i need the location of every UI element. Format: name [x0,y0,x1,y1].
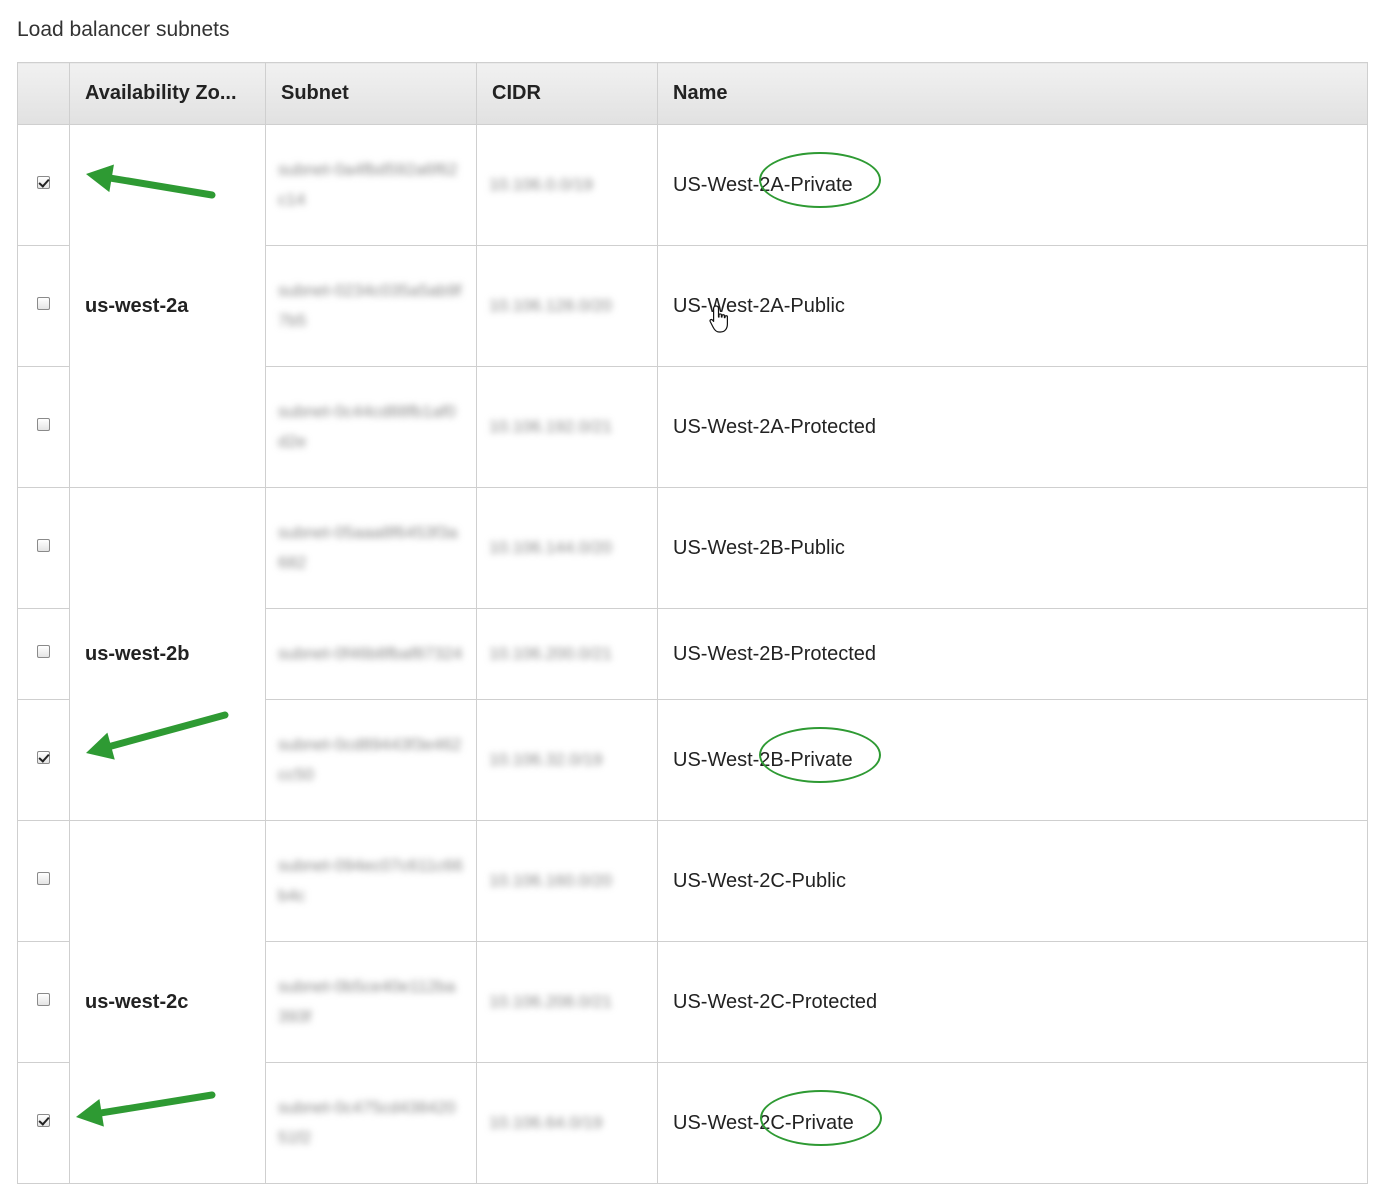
select-checkbox[interactable] [37,418,50,431]
name-cell: US-West-2B-Public [657,487,1368,609]
subnet-name-wrap: US-West-2B-Public [673,537,845,560]
select-checkbox[interactable] [37,539,50,552]
cidr-value: 10.106.160.0/20 [489,871,612,890]
availability-zone-cell: us-west-2c [69,820,266,1184]
subnet-cell: subnet-0cd89443f3e462cc50 [265,699,477,821]
subnet-name-wrap: US-West-2C-Protected [673,991,877,1014]
subnet-id: subnet-094ec07c611c66b4c [278,856,463,905]
subnet-name: US-West-2B-Private [673,748,853,771]
select-cell [17,941,70,1063]
subnet-id: subnet-0c475cd43842051f2 [278,1098,456,1147]
subnet-name-wrap: US-West-2B-Private [673,726,881,783]
subnet-id: subnet-05aaa8f6453f3a682 [278,523,458,572]
select-cell [17,366,70,488]
header-name[interactable]: Name [657,62,1368,125]
subnet-id: subnet-0cd89443f3e462cc50 [278,735,462,784]
name-cell: US-West-2C-Public [657,820,1368,942]
table-header-row: Availability Zo... Subnet CIDR Name [17,62,1368,125]
cidr-cell: 10.106.160.0/20 [476,820,658,942]
subnet-cell: subnet-0b5ce40e112ba393f [265,941,477,1063]
availability-zone-cell: us-west-2a [69,124,266,488]
subnet-cell: subnet-0a4fbd592a6f62c14 [265,124,477,246]
header-subnet[interactable]: Subnet [265,62,477,125]
select-cell [17,245,70,367]
subnet-name: US-West-2B-Public [673,536,845,559]
cidr-value: 10.106.128.0/20 [489,296,612,315]
table-row[interactable]: us-west-2c subnet-094ec07c611c66b4c 10.106… [17,820,1368,1184]
subnet-name: US-West-2C-Protected [673,990,878,1013]
name-cell: US-West-2A-Private [657,124,1368,246]
cidr-cell: 10.106.200.0/21 [476,608,658,700]
cidr-value: 10.106.192.0/21 [489,417,612,436]
select-checkbox[interactable] [37,297,50,310]
subnet-cell: subnet-094ec07c611c66b4c [265,820,477,942]
header-select [17,62,70,125]
select-cell [17,820,70,942]
table-row[interactable]: us-west-2b subnet-05aaa8f6453f3a682 10.106… [17,487,1368,821]
select-checkbox[interactable] [37,872,50,885]
select-cell [17,699,70,821]
select-checkbox[interactable] [37,1114,50,1127]
subnet-name-wrap: US-West-2A-Private [673,151,881,208]
name-cell: US-West-2C-Private [657,1062,1368,1184]
subnet-id: subnet-0b5ce40e112ba393f [278,977,456,1026]
cidr-cell: 10.106.208.0/21 [476,941,658,1063]
subnet-name-wrap: US-West-2A-Public [673,295,845,318]
cidr-cell: 10.106.192.0/21 [476,366,658,488]
subnet-id: subnet-0234c035a5ab9f7b5 [278,281,462,330]
name-cell: US-West-2A-Public [657,245,1368,367]
subnet-id: subnet-0c44cd88fb1af0d2e [278,402,456,451]
subnet-name: US-West-2A-Private [673,173,853,196]
header-availability-zone[interactable]: Availability Zo... [69,62,266,125]
name-cell: US-West-2A-Protected [657,366,1368,488]
select-checkbox[interactable] [37,645,50,658]
cidr-value: 10.106.200.0/21 [489,644,612,663]
select-checkbox[interactable] [37,751,50,764]
subnet-cell: subnet-0c475cd43842051f2 [265,1062,477,1184]
select-cell [17,487,70,609]
availability-zone-label: us-west-2b [85,642,190,665]
cidr-value: 10.106.64.0/19 [489,1113,603,1132]
subnet-cell: subnet-05aaa8f6453f3a682 [265,487,477,609]
name-cell: US-West-2B-Private [657,699,1368,821]
availability-zone-label: us-west-2a [85,294,189,317]
cidr-cell: 10.106.144.0/20 [476,487,658,609]
subnet-name: US-West-2A-Protected [673,415,877,438]
subnet-id: subnet-0a4fbd592a6f62c14 [278,160,458,209]
select-cell [17,124,70,246]
subnet-name-wrap: US-West-2B-Protected [673,643,876,666]
cidr-value: 10.106.32.0/19 [489,750,603,769]
subnet-name-wrap: US-West-2C-Private [673,1089,882,1146]
name-cell: US-West-2B-Protected [657,608,1368,700]
cidr-value: 10.106.0.0/19 [489,175,593,194]
cidr-cell: 10.106.32.0/19 [476,699,658,821]
subnet-name-wrap: US-West-2A-Protected [673,416,876,439]
select-cell [17,1062,70,1184]
subnet-name-wrap: US-West-2C-Public [673,870,846,893]
subnet-cell: subnet-0f46b8fbaf87324 [265,608,477,700]
subnet-cell: subnet-0c44cd88fb1af0d2e [265,366,477,488]
subnet-name: US-West-2A-Public [673,294,845,317]
subnet-cell: subnet-0234c035a5ab9f7b5 [265,245,477,367]
cidr-cell: 10.106.0.0/19 [476,124,658,246]
subnet-name: US-West-2B-Protected [673,642,877,665]
header-cidr[interactable]: CIDR [476,62,658,125]
select-checkbox[interactable] [37,176,50,189]
table-row[interactable]: us-west-2a subnet-0a4fbd592a6f62c14 10.106… [17,124,1368,488]
select-checkbox[interactable] [37,993,50,1006]
subnet-name: US-West-2C-Public [673,869,846,892]
select-cell [17,608,70,700]
subnet-name: US-West-2C-Private [673,1111,854,1134]
section-title: Load balancer subnets [17,18,230,41]
subnets-table: Availability Zo... Subnet CIDR Name us-w… [17,62,1368,1184]
availability-zone-label: us-west-2c [85,990,189,1013]
cidr-value: 10.106.144.0/20 [489,538,612,557]
cidr-cell: 10.106.64.0/19 [476,1062,658,1184]
availability-zone-cell: us-west-2b [69,487,266,821]
subnet-id: subnet-0f46b8fbaf87324 [278,644,463,663]
cidr-value: 10.106.208.0/21 [489,992,612,1011]
name-cell: US-West-2C-Protected [657,941,1368,1063]
cidr-cell: 10.106.128.0/20 [476,245,658,367]
